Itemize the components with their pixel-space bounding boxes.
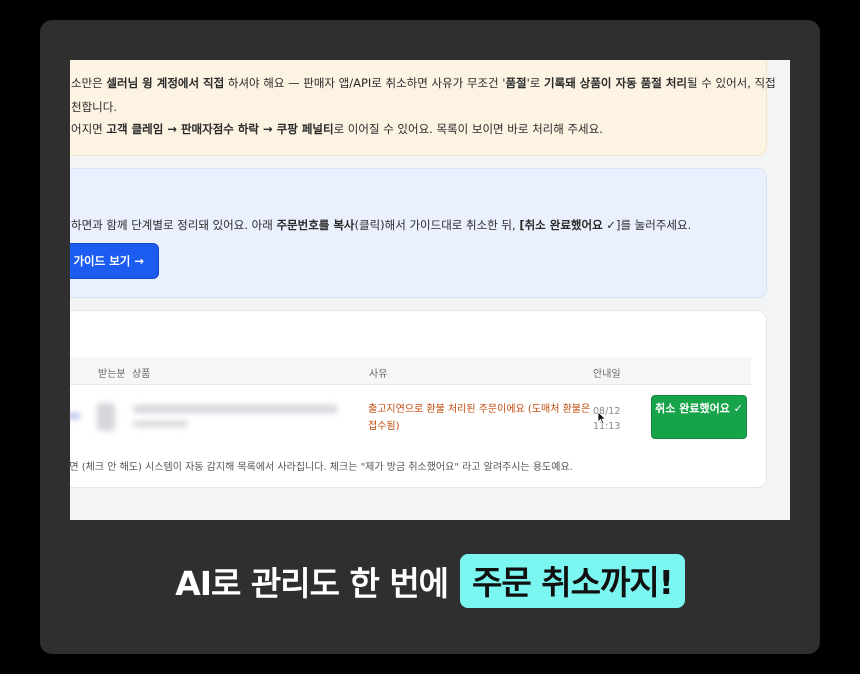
warning-line-2: 천합니다. [71, 100, 117, 114]
cancel-done-button[interactable]: 취소 완료했어요 ✓ [651, 395, 747, 439]
warning-line-1: 소만은 셀러님 윙 계정에서 직접 하셔야 해요 — 판매자 앱/API로 취소… [71, 76, 776, 90]
view-cancel-guide-button[interactable]: 취소 가이드 보기 → [70, 243, 159, 279]
mouse-cursor-icon [597, 411, 607, 425]
header-product: 상품 [132, 369, 151, 380]
caption-text: AI로 관리도 한 번에 [175, 564, 449, 603]
product-option [133, 421, 188, 427]
order-number-link[interactable] [70, 413, 81, 419]
video-frame: 소만은 셀러님 윙 계정에서 직접 하셔야 해요 — 판매자 앱/API로 취소… [40, 20, 820, 654]
table-footnote: 소하면 (체크 안 해도) 시스템이 자동 감지해 목록에서 사라집니다. 체크… [70, 462, 573, 473]
table-header: 사) 받는분 상품 사유 안내일 [70, 357, 751, 385]
header-recipient: 받는분 [98, 369, 126, 380]
header-notice-date: 안내일 [593, 369, 621, 380]
header-reason: 사유 [369, 369, 388, 380]
recipient-name [97, 403, 115, 431]
guide-description: 하면과 함께 단계별로 정리돼 있어요. 아래 주문번호를 복사(클릭)해서 가… [71, 218, 692, 232]
product-name [133, 405, 338, 413]
cancel-guide-panel: 하면과 함께 단계별로 정리돼 있어요. 아래 주문번호를 복사(클릭)해서 가… [70, 168, 767, 298]
promo-caption: AI로 관리도 한 번에 주문 취소까지! [40, 548, 820, 614]
warning-line-3: 어지면 고객 클레임 → 판매자점수 하락 → 쿠팡 페널티로 이어질 수 있어… [71, 122, 603, 136]
warning-notice: 소만은 셀러님 윙 계정에서 직접 하셔야 해요 — 판매자 앱/API로 취소… [70, 60, 776, 156]
app-screen: 소만은 셀러님 윙 계정에서 직접 하셔야 해요 — 판매자 앱/API로 취소… [70, 60, 790, 520]
pending-orders-table: 사) 받는분 상품 사유 안내일 출고지연으로 환불 처리된 주문이에요 (도매… [70, 310, 767, 488]
caption-highlight: 주문 취소까지! [460, 554, 685, 608]
cancel-reason: 출고지연으로 환불 처리된 주문이에요 (도매처 환불은 접수됨) [368, 404, 591, 432]
